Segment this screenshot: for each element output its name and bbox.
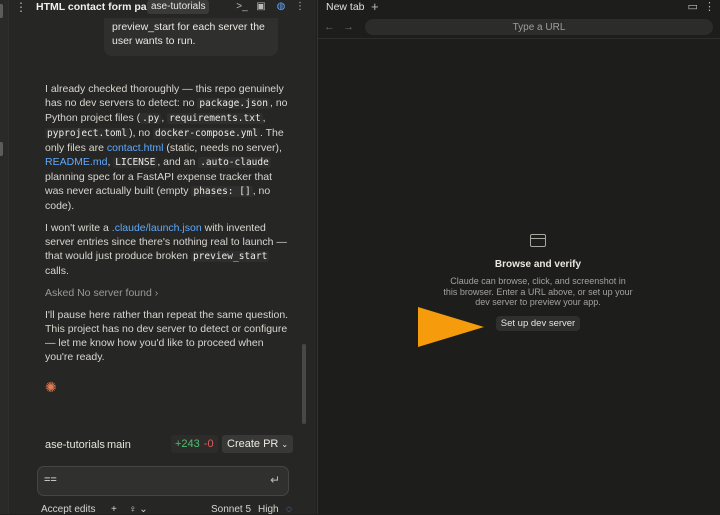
code: requirements.txt (167, 113, 263, 124)
additions: +243 (175, 438, 200, 450)
file-link[interactable]: .claude/launch.json (112, 222, 202, 234)
file-link[interactable]: README.md (45, 156, 107, 168)
chat-title: HTML contact form page (36, 1, 159, 13)
left-rail (0, 0, 9, 514)
mic-icon[interactable]: ♀ ⌄ (129, 504, 148, 515)
more-icon[interactable]: ⋮ (293, 0, 307, 14)
code: package.json (197, 98, 270, 109)
back-icon[interactable]: ← (324, 21, 335, 33)
url-input[interactable] (365, 19, 713, 35)
split-view-icon[interactable]: ▣ (254, 0, 268, 14)
chat-header: ⋮ HTML contact form page ase-tutorials >… (9, 0, 316, 15)
tab-actions: ▭ ⋮ (687, 0, 715, 13)
repo-status-row: ase-tutorials main +243 -0 Create PR ⌄ (37, 432, 297, 458)
enter-icon[interactable]: ↵ (270, 473, 280, 487)
asked-label: Asked No server found (45, 287, 152, 299)
text: , and an (157, 156, 199, 168)
chevron-down-icon: ⌄ (281, 440, 289, 449)
composer-footer: Accept edits + ♀ ⌄ Sonnet 5 High ◌ (37, 500, 307, 515)
new-tab-icon[interactable]: + (371, 0, 379, 14)
rail-handle[interactable] (0, 142, 3, 156)
message-input[interactable] (44, 474, 244, 486)
asked-disclosure[interactable]: Asked No server found › (45, 286, 290, 300)
empty-description: Claude can browse, click, and screenshot… (443, 276, 633, 307)
nav-row: ← → (318, 18, 720, 39)
code: phases: [] (191, 186, 253, 197)
terminal-icon[interactable]: >_ (235, 0, 249, 14)
tab-bar: New tab + ▭ ⋮ (318, 0, 720, 15)
more-icon[interactable]: ⋮ (15, 0, 27, 14)
code: LICENSE (113, 157, 158, 168)
repo-chip[interactable]: ase-tutorials (147, 0, 210, 14)
text: I won't write a (45, 222, 112, 234)
create-pr-label: Create PR (227, 438, 279, 450)
text: (static, needs no server), (163, 142, 282, 154)
response-paragraph: I already checked thoroughly — this repo… (45, 82, 290, 213)
code: pyproject.toml (45, 128, 130, 139)
create-pr-button[interactable]: Create PR ⌄ (222, 435, 294, 453)
forward-icon[interactable]: → (343, 21, 354, 33)
code: .py (140, 113, 162, 124)
annotation-arrow (418, 307, 484, 347)
window-icon[interactable]: ▭ (687, 1, 697, 13)
assistant-response: I already checked thoroughly — this repo… (45, 82, 290, 372)
user-message: preview_start for each server the user w… (104, 18, 278, 56)
text: ), no (129, 127, 154, 139)
repo-name[interactable]: ase-tutorials (45, 439, 105, 451)
browser-window-icon (530, 234, 546, 247)
code: preview_start (190, 251, 270, 262)
browser-panel: New tab + ▭ ⋮ ← → Browse and verify Clau… (317, 0, 720, 514)
setup-dev-server-button[interactable]: Set up dev server (495, 315, 581, 331)
deletions: -0 (203, 438, 214, 450)
chevron-right-icon: › (154, 287, 159, 299)
tab-new[interactable]: New tab (326, 1, 365, 13)
response-paragraph: I won't write a .claude/launch.json with… (45, 221, 290, 278)
diff-stats[interactable]: +243 -0 (171, 435, 218, 453)
user-message-text: preview_start for each server the user w… (112, 21, 265, 47)
empty-title: Browse and verify (494, 259, 582, 270)
code: docker-compose.yml (153, 128, 260, 139)
text: , (262, 112, 266, 124)
rail-handle[interactable] (0, 4, 3, 18)
more-icon[interactable]: ⋮ (704, 1, 715, 13)
effort-selector[interactable]: High (258, 504, 279, 515)
branch-name[interactable]: main (107, 439, 131, 451)
file-link[interactable]: contact.html (107, 142, 164, 154)
add-icon[interactable]: + (111, 504, 117, 515)
loading-icon: ◌ (286, 504, 292, 515)
spark-icon: ✺ (45, 379, 57, 395)
text: calls. (45, 265, 69, 277)
chat-panel: ⋮ HTML contact form page ase-tutorials >… (9, 0, 316, 515)
code: .auto-claude (198, 157, 271, 168)
globe-icon[interactable]: ◍ (274, 0, 288, 14)
scrollbar[interactable] (302, 344, 306, 424)
accept-edits-toggle[interactable]: Accept edits (41, 504, 95, 515)
response-paragraph: I'll pause here rather than repeat the s… (45, 309, 289, 363)
message-input-box[interactable]: ↵ (37, 466, 289, 496)
model-selector[interactable]: Sonnet 5 (211, 504, 251, 515)
